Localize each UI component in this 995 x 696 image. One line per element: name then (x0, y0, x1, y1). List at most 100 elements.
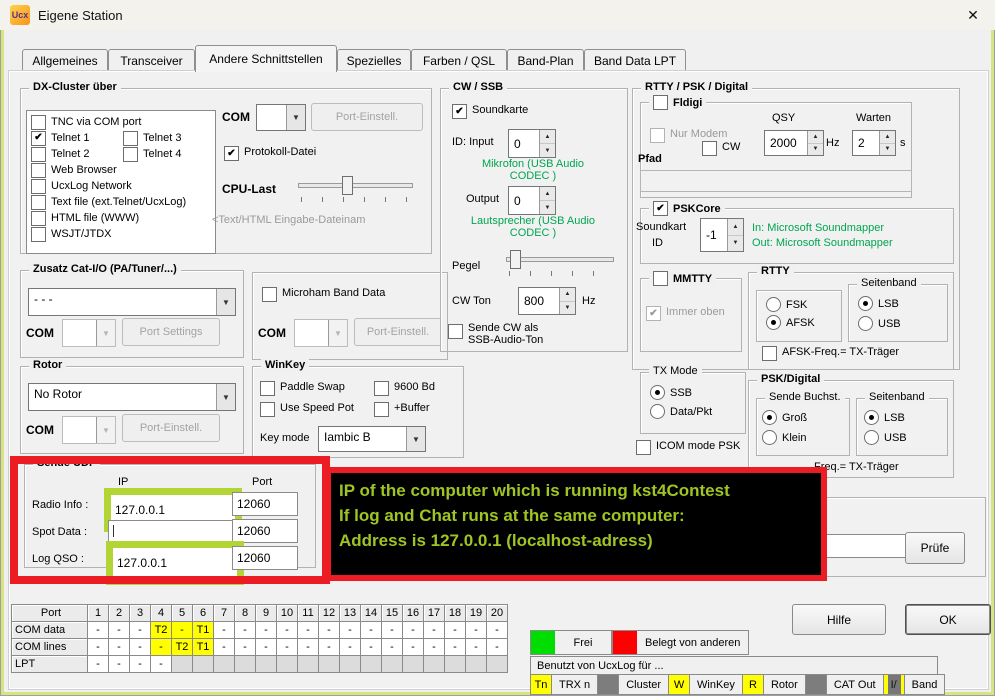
dx-item-web-browser[interactable]: Web Browser (29, 163, 119, 178)
fldigi-cw-checkbox[interactable]: CW (702, 141, 740, 156)
pskcore-id-spinner[interactable]: -1 ▲▼ (700, 218, 744, 252)
dx-com-dropdown[interactable]: ▼ (256, 104, 306, 131)
spin-up-icon[interactable]: ▲ (728, 219, 743, 236)
tab-spezielles[interactable]: Spezielles (337, 49, 411, 71)
port-table-cell: - (109, 639, 130, 656)
slider-thumb[interactable] (510, 250, 521, 269)
input-id-spinner[interactable]: 0 ▲▼ (508, 129, 556, 158)
checkbox-label: Microham Band Data (282, 287, 385, 299)
rtty-lsb-radio[interactable]: LSB (858, 296, 899, 311)
dx-item-html-file[interactable]: HTML file (WWW) (29, 211, 141, 226)
dx-item-telnet4[interactable]: Telnet 4 (121, 147, 184, 162)
spin-down-icon[interactable]: ▼ (808, 144, 823, 156)
radio-info-port-field[interactable]: 12060 (232, 492, 298, 516)
rtty-usb-radio[interactable]: USB (858, 316, 901, 331)
spin-down-icon[interactable]: ▼ (880, 144, 895, 156)
tab-farben-qsl[interactable]: Farben / QSL (411, 49, 507, 71)
port-table-header-cell: 18 (445, 605, 466, 622)
ok-button[interactable]: OK (905, 604, 991, 635)
dropdown-value: No Rotor (29, 384, 216, 410)
port-table-cell (256, 656, 277, 673)
tab-band-plan[interactable]: Band-Plan (507, 49, 584, 71)
microham-com-dropdown[interactable]: ▼ (294, 319, 348, 347)
chevron-down-icon: ▼ (328, 320, 347, 346)
dx-item-text-file[interactable]: Text file (ext.Telnet/UcxLog) (29, 195, 188, 210)
dx-item-telnet2[interactable]: Telnet 2 (29, 147, 121, 162)
paddle-swap-checkbox[interactable]: Paddle Swap (260, 381, 345, 396)
microham-band-data-checkbox[interactable]: Microham Band Data (262, 287, 385, 302)
key-mode-dropdown[interactable]: Iambic B ▼ (318, 426, 426, 452)
spin-up-icon[interactable]: ▲ (880, 131, 895, 144)
port-table-header-cell: Port (12, 605, 88, 622)
dx-item-telnet1[interactable]: Telnet 1 (29, 131, 121, 146)
rotor-dropdown[interactable]: No Rotor ▼ (28, 383, 236, 411)
zusatz-port-settings-button[interactable]: Port Settings (122, 318, 220, 346)
ssb-radio[interactable]: SSB (650, 385, 692, 400)
spin-down-icon[interactable]: ▼ (560, 302, 575, 315)
immer-oben-checkbox[interactable]: Immer oben (646, 306, 725, 321)
cpu-last-slider[interactable] (298, 176, 413, 202)
dx-item-telnet3[interactable]: Telnet 3 (121, 131, 184, 146)
port-table-cell: T1 (193, 639, 214, 656)
pruefe-button[interactable]: Prüfe (905, 532, 965, 564)
icom-mode-psk-checkbox[interactable]: ICOM mode PSK (636, 440, 740, 455)
dx-item-wsjt-jtdx[interactable]: WSJT/JTDX (29, 227, 114, 242)
spin-down-icon[interactable]: ▼ (728, 236, 743, 252)
chevron-down-icon: ▼ (216, 289, 235, 315)
dx-item-tnc[interactable]: TNC via COM port (29, 115, 143, 130)
log-qso-port-field[interactable]: 12060 (232, 546, 298, 570)
tab-allgemeines[interactable]: Allgemeines (22, 49, 108, 71)
cw-ton-spinner[interactable]: 800 ▲▼ (518, 287, 576, 315)
buffer-checkbox[interactable]: +Buffer (374, 402, 430, 417)
output-id-spinner[interactable]: 0 ▲▼ (508, 186, 556, 215)
spin-up-icon[interactable]: ▲ (560, 288, 575, 302)
pskcore-in-text: In: Microsoft Soundmapper (752, 222, 884, 234)
9600bd-checkbox[interactable]: 9600 Bd (374, 381, 435, 396)
spot-data-ip-field[interactable] (108, 520, 238, 542)
zusatz-com-dropdown[interactable]: ▼ (62, 319, 116, 347)
spin-up-icon[interactable]: ▲ (808, 131, 823, 144)
zusatz-device-dropdown[interactable]: - - - ▼ (28, 288, 236, 316)
pegel-slider[interactable] (506, 250, 614, 276)
checkbox-box (260, 402, 275, 417)
rotor-port-einstell-button[interactable]: Port-Einstell. (122, 414, 220, 442)
log-qso-ip-field[interactable]: 127.0.0.1 (113, 548, 237, 578)
rotor-swatch: R (743, 675, 764, 694)
dx-item-ucxlog-network[interactable]: UcxLog Network (29, 179, 134, 194)
pskcore-checkbox[interactable]: PSKCore (649, 201, 725, 216)
spin-down-icon[interactable]: ▼ (540, 201, 555, 214)
spot-data-port-field[interactable]: 12060 (232, 519, 298, 543)
soundkarte-checkbox[interactable]: Soundkarte (452, 104, 528, 119)
close-icon[interactable]: ✕ (959, 4, 987, 26)
data-pkt-radio[interactable]: Data/Pkt (650, 404, 712, 419)
use-speed-pot-checkbox[interactable]: Use Speed Pot (260, 402, 354, 417)
microham-port-einstell-button[interactable]: Port-Einstell. (354, 318, 442, 346)
fldigi-pfad-field[interactable] (640, 170, 912, 192)
rotor-com-dropdown[interactable]: ▼ (62, 416, 116, 444)
port-table-header-cell: 6 (193, 605, 214, 622)
spin-down-icon[interactable]: ▼ (540, 144, 555, 157)
tab-band-data-lpt[interactable]: Band Data LPT (584, 49, 686, 71)
port-table-header-cell: 19 (466, 605, 487, 622)
tab-andere-schnittstellen[interactable]: Andere Schnittstellen (195, 45, 337, 72)
group-microham (252, 272, 448, 360)
fsk-radio[interactable]: FSK (766, 297, 807, 312)
gross-radio[interactable]: Groß (762, 410, 807, 425)
spin-up-icon[interactable]: ▲ (540, 130, 555, 144)
spin-up-icon[interactable]: ▲ (540, 187, 555, 201)
mmtty-checkbox[interactable]: MMTTY (649, 271, 716, 286)
hilfe-button[interactable]: Hilfe (792, 604, 886, 635)
tab-transceiver[interactable]: Transceiver (108, 49, 195, 71)
klein-radio[interactable]: Klein (762, 430, 806, 445)
qsy-spinner[interactable]: 2000 ▲▼ (764, 130, 824, 156)
fldigi-checkbox[interactable]: Fldigi (649, 95, 706, 110)
warten-spinner[interactable]: 2 ▲▼ (852, 130, 896, 156)
psk-lsb-radio[interactable]: LSB (864, 410, 905, 425)
afsk-radio[interactable]: AFSK (766, 315, 815, 330)
slider-thumb[interactable] (342, 176, 353, 195)
protokoll-datei-checkbox[interactable]: Protokoll-Datei (224, 146, 316, 161)
dx-port-einstell-button[interactable]: Port-Einstell. (311, 103, 423, 131)
sende-cw-als-ssb-checkbox[interactable]: Sende CW alsSSB-Audio-Ton (448, 322, 543, 346)
psk-usb-radio[interactable]: USB (864, 430, 907, 445)
afsk-freq-checkbox[interactable]: AFSK-Freq.= TX-Träger (762, 346, 899, 361)
